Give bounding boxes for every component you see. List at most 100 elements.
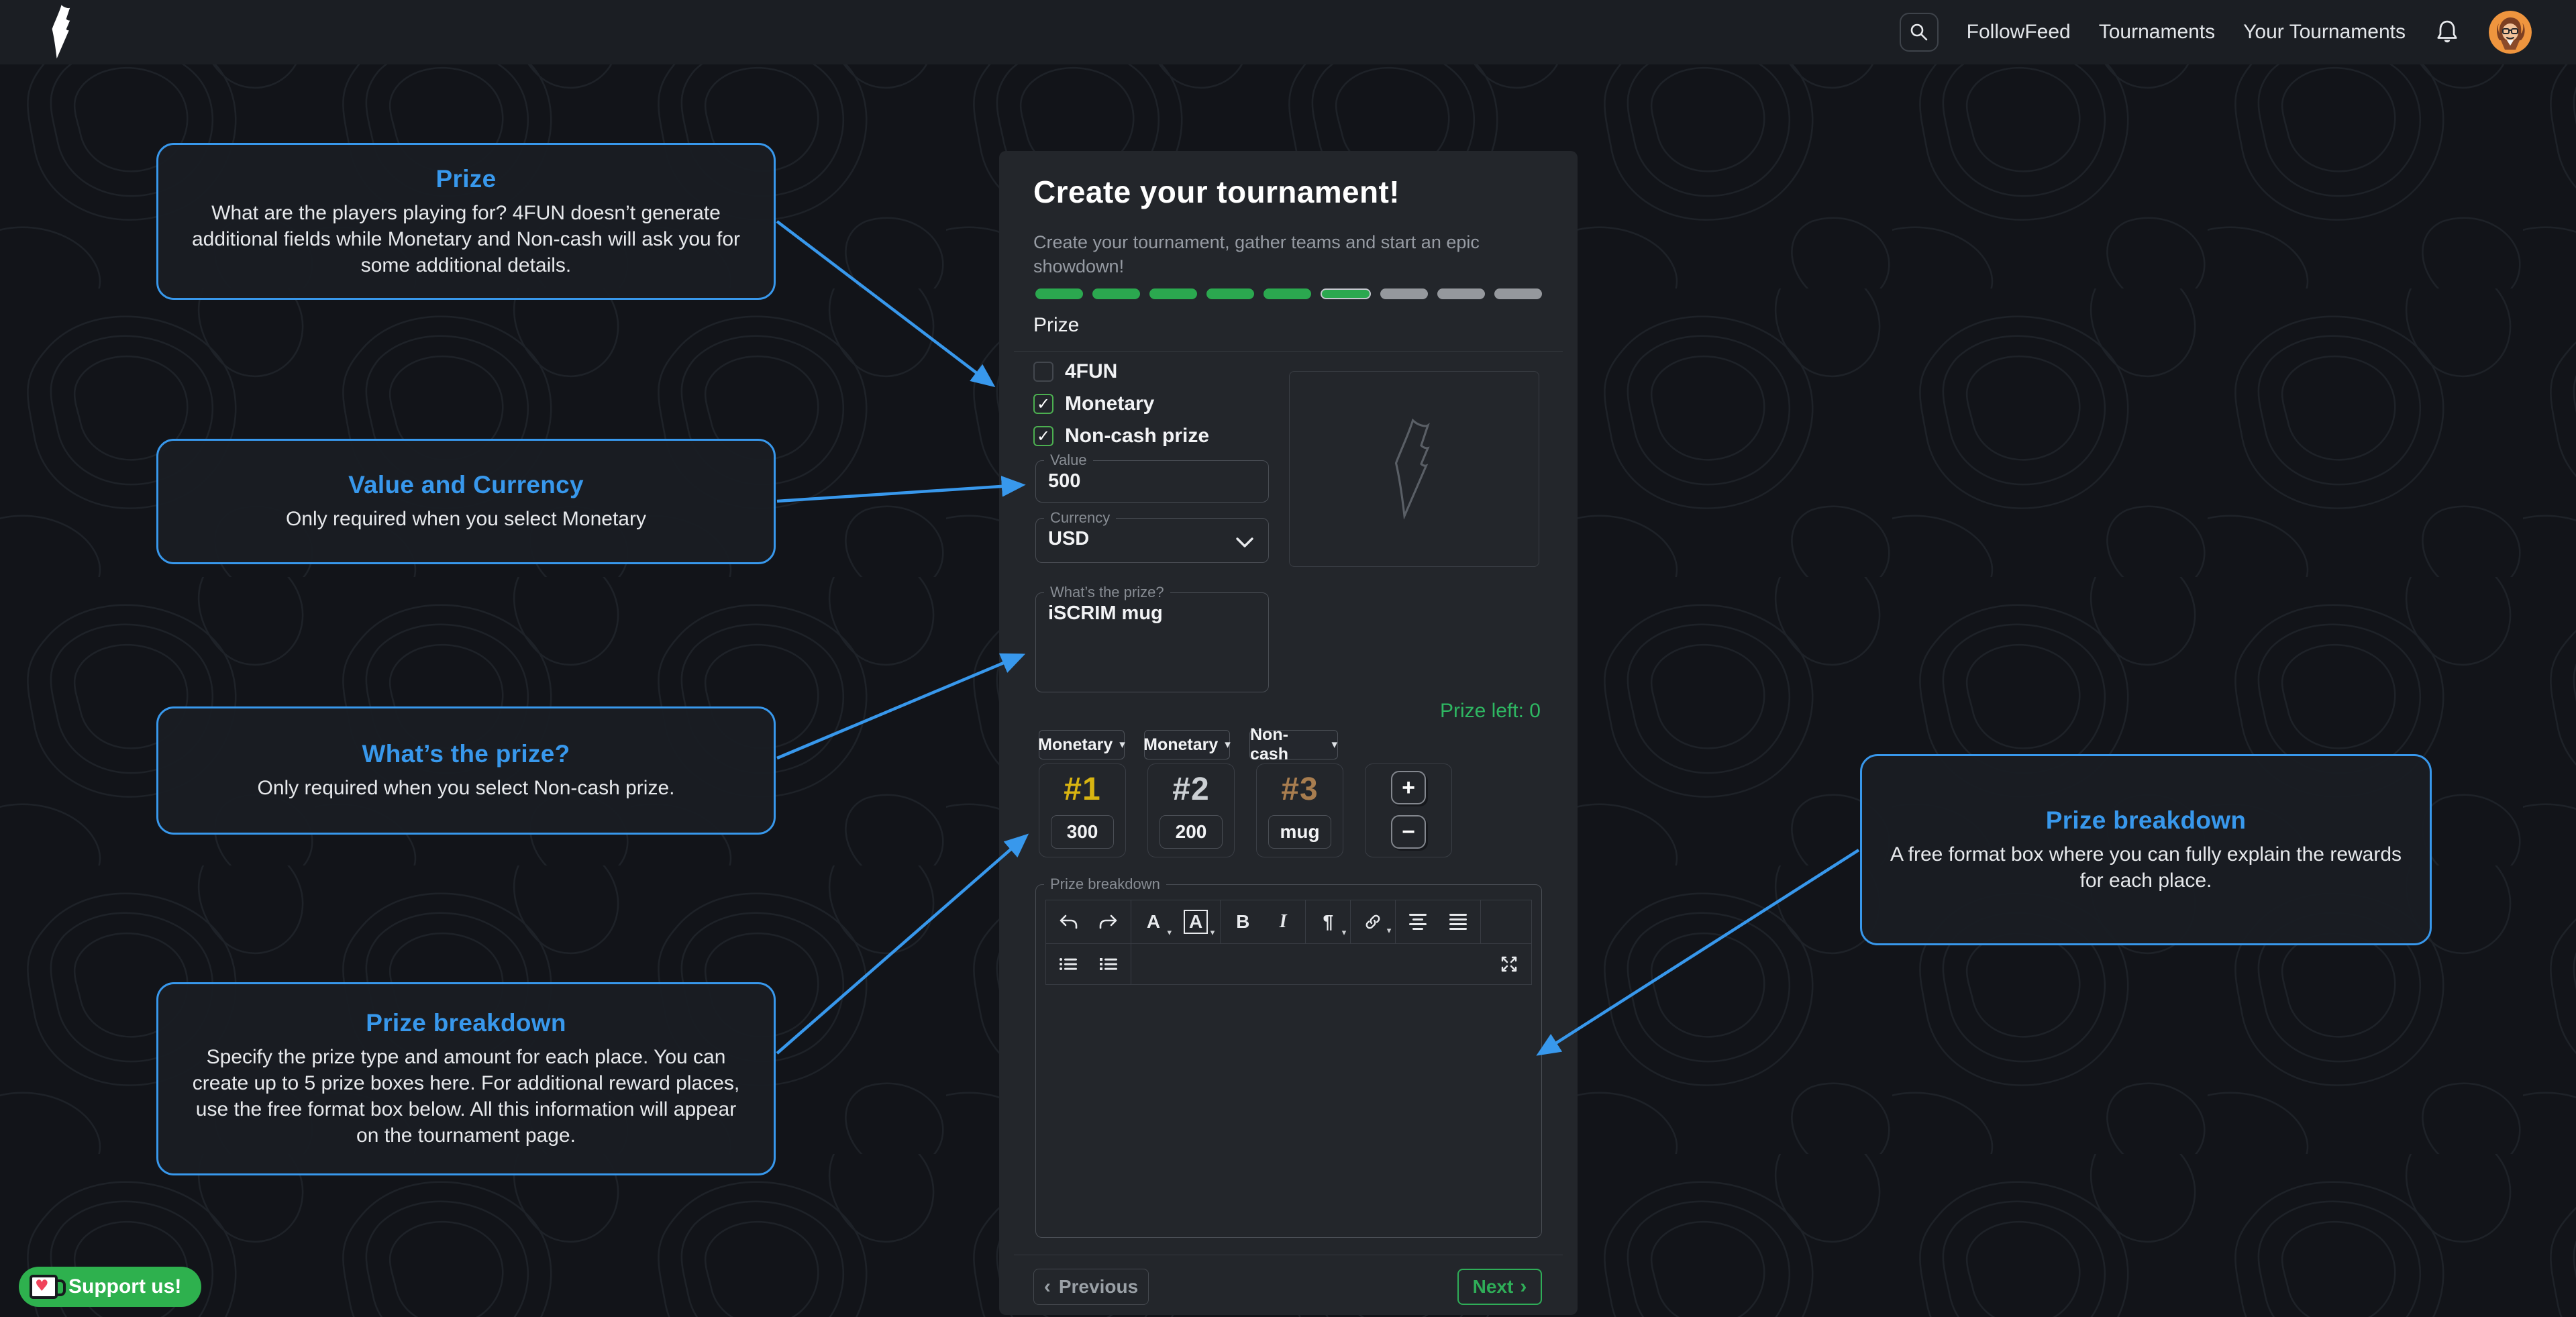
progress-step-3 <box>1149 288 1197 299</box>
prize-box-3: #3 mug <box>1256 763 1343 857</box>
section-label: Prize <box>1033 314 1079 337</box>
checkbox-checked: ✓ <box>1033 426 1053 446</box>
callout-body: Only required when you select Monetary <box>286 506 646 532</box>
progress-step-5 <box>1264 288 1311 299</box>
text-color-icon[interactable]: A ▾ <box>1143 911 1164 933</box>
nav-link-followfeed[interactable]: FollowFeed <box>1967 21 2071 44</box>
prize-box-1: #1 300 <box>1039 763 1126 857</box>
prize-left-counter: Prize left: 0 <box>1440 700 1541 723</box>
prize-1-amount-input[interactable]: 300 <box>1051 815 1114 849</box>
redo-icon[interactable] <box>1098 914 1119 930</box>
search-button[interactable] <box>1900 13 1939 52</box>
prize-box-stepper: + − <box>1365 763 1452 857</box>
fullscreen-icon[interactable] <box>1499 955 1519 973</box>
progress-step-7 <box>1380 288 1428 299</box>
place-2-type-select[interactable]: Monetary ▾ <box>1144 730 1230 759</box>
caret-down-icon: ▾ <box>1119 738 1125 751</box>
prize-description-input[interactable]: What’s the prize? iSCRIM mug <box>1035 584 1269 692</box>
callout-whats-the-prize: What’s the prize? Only required when you… <box>156 706 776 835</box>
step-progress-bar <box>1035 288 1542 299</box>
checkbox-non-cash-prize[interactable]: ✓ Non-cash prize <box>1033 425 1209 447</box>
callout-title: Prize <box>436 165 497 193</box>
prize-box-2: #2 200 <box>1147 763 1235 857</box>
callout-value-and-currency: Value and Currency Only required when yo… <box>156 439 776 564</box>
callout-prize-breakdown-freeform: Prize breakdown A free format box where … <box>1860 754 2432 945</box>
callout-body: What are the players playing for? 4FUN d… <box>185 200 747 278</box>
callout-prize-breakdown-boxes: Prize breakdown Specify the prize type a… <box>156 982 776 1175</box>
callout-title: Value and Currency <box>348 471 584 499</box>
top-nav-bar: FollowFeed Tournaments Your Tournaments <box>0 0 2576 64</box>
prize-breakdown-label: Prize breakdown <box>1044 876 1166 893</box>
chevron-down-icon <box>1235 536 1255 549</box>
currency-label: Currency <box>1044 509 1116 527</box>
paragraph-format-icon[interactable]: ¶ ▾ <box>1318 911 1338 933</box>
site-logo-icon[interactable] <box>42 4 83 60</box>
callout-title: Prize breakdown <box>2046 806 2247 835</box>
link-icon[interactable]: ▾ <box>1363 913 1383 931</box>
unordered-list-icon[interactable] <box>1058 957 1078 971</box>
prize-3-amount-input[interactable]: mug <box>1268 815 1331 849</box>
value-label: Value <box>1044 452 1093 469</box>
breakdown-text-area[interactable] <box>1036 985 1541 1252</box>
prize-description-text: iSCRIM mug <box>1036 601 1268 630</box>
editor-toolbar: A ▾ A ▾ B I ¶ ▾ <box>1045 900 1532 985</box>
caret-down-icon: ▾ <box>1331 738 1337 751</box>
currency-select[interactable]: Currency USD <box>1035 509 1269 563</box>
prize-description-label: What’s the prize? <box>1044 584 1170 601</box>
create-tournament-card: Create your tournament! Create your tour… <box>999 151 1578 1315</box>
rank-3-label: #3 <box>1281 771 1318 808</box>
next-button[interactable]: Next › <box>1457 1269 1542 1305</box>
caret-down-icon: ▾ <box>1342 927 1347 938</box>
currency-text: USD <box>1036 527 1268 556</box>
divider <box>1014 351 1563 352</box>
checkbox-unchecked <box>1033 362 1053 382</box>
checkbox-checked: ✓ <box>1033 394 1053 414</box>
progress-step-8 <box>1437 288 1485 299</box>
kofi-mug-icon: ♥ <box>30 1275 58 1299</box>
callout-title: What’s the prize? <box>362 740 570 768</box>
callout-body: A free format box where you can fully ex… <box>1889 841 2403 894</box>
search-icon <box>1909 22 1929 42</box>
callout-prize: Prize What are the players playing for? … <box>156 143 776 300</box>
chevron-right-icon: › <box>1520 1275 1527 1298</box>
previous-button[interactable]: ‹ Previous <box>1033 1269 1149 1305</box>
progress-step-9 <box>1494 288 1542 299</box>
logo-outline-icon <box>1388 419 1441 519</box>
progress-step-6-current <box>1321 288 1371 299</box>
remove-prize-box-button[interactable]: − <box>1391 815 1426 849</box>
highlight-color-icon[interactable]: A ▾ <box>1184 910 1208 934</box>
bold-icon[interactable]: B <box>1233 911 1253 933</box>
align-left-icon[interactable] <box>1408 914 1428 930</box>
user-avatar[interactable] <box>2489 11 2532 54</box>
caret-down-icon: ▾ <box>1210 927 1215 938</box>
rank-2-label: #2 <box>1172 771 1209 808</box>
ordered-list-icon[interactable] <box>1098 957 1119 971</box>
avatar-image <box>2489 11 2532 54</box>
page-subtitle: Create your tournament, gather teams and… <box>1033 230 1490 278</box>
callout-body: Only required when you select Non-cash p… <box>258 775 675 801</box>
place-3-type-select[interactable]: Non-cash ▾ <box>1249 730 1338 759</box>
value-input[interactable]: Value 500 <box>1035 452 1269 503</box>
value-text: 500 <box>1036 469 1268 498</box>
checkbox-4fun[interactable]: 4FUN <box>1033 360 1117 383</box>
prize-image-placeholder[interactable] <box>1289 371 1539 567</box>
progress-step-1 <box>1035 288 1083 299</box>
italic-icon[interactable]: I <box>1273 911 1293 933</box>
progress-step-2 <box>1092 288 1140 299</box>
nav-link-tournaments[interactable]: Tournaments <box>2099 21 2215 44</box>
callout-body: Specify the prize type and amount for ea… <box>185 1044 747 1149</box>
nav-link-your-tournaments[interactable]: Your Tournaments <box>2243 21 2406 44</box>
chevron-left-icon: ‹ <box>1044 1275 1051 1298</box>
align-justify-icon[interactable] <box>1448 914 1468 930</box>
support-us-button[interactable]: ♥ Support us! <box>19 1267 201 1307</box>
progress-step-4 <box>1206 288 1254 299</box>
add-prize-box-button[interactable]: + <box>1391 771 1426 804</box>
undo-icon[interactable] <box>1058 914 1078 930</box>
caret-down-icon: ▾ <box>1167 927 1172 938</box>
bell-icon <box>2435 19 2459 46</box>
prize-2-amount-input[interactable]: 200 <box>1160 815 1223 849</box>
checkbox-monetary[interactable]: ✓ Monetary <box>1033 392 1154 415</box>
place-1-type-select[interactable]: Monetary ▾ <box>1039 730 1125 759</box>
prize-breakdown-editor: Prize breakdown A ▾ A <box>1035 876 1542 1238</box>
notifications-button[interactable] <box>2434 17 2461 47</box>
